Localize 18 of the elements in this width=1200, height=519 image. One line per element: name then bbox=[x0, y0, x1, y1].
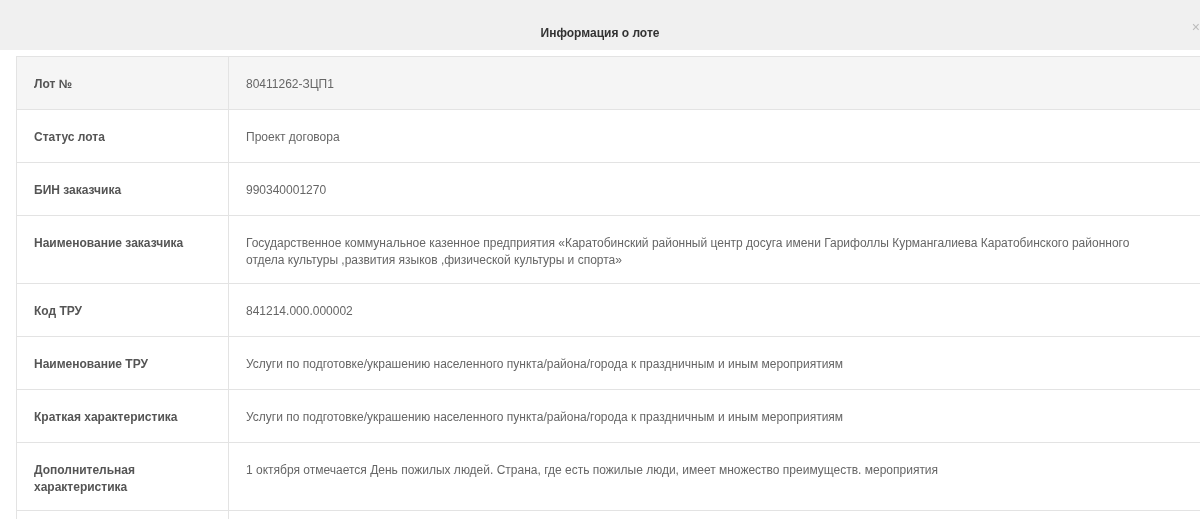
field-label: Дополнительная характеристика bbox=[34, 463, 136, 494]
field-value: 1 октября отмечается День пожилых людей. Страна, где есть пожилые люди, имеет множество преимуществ. мероприятия bbox=[246, 463, 939, 477]
close-button[interactable]: × bbox=[1189, 20, 1200, 34]
field-value: 841214.000.000002 bbox=[246, 304, 353, 318]
field-label: Статус лота bbox=[34, 130, 105, 144]
field-value: Проект договора bbox=[246, 130, 340, 144]
field-value: 990340001270 bbox=[246, 183, 327, 197]
field-label: Код ТРУ bbox=[34, 304, 83, 318]
field-value: Услуги по подготовке/украшению населенного пункта/района/города к праздничным и иным мероприятиям bbox=[246, 357, 844, 371]
field-value: 80411262-ЗЦП1 bbox=[246, 77, 334, 91]
field-label: Лот № bbox=[34, 77, 73, 91]
field-label: Наименование заказчика bbox=[34, 236, 184, 250]
field-label: Краткая характеристика bbox=[34, 410, 178, 424]
field-label: Наименование ТРУ bbox=[34, 357, 148, 371]
dialog-title: Информация о лоте bbox=[540, 26, 660, 40]
field-value: Государственное коммунальное казенное предприятия «Каратобинский районный центр досуга имени Гарифоллы Курмангалиева Каратобинского районного отдела культуры ,развития языков ,физической культуры и спорта» bbox=[246, 236, 1130, 267]
field-value: Услуги по подготовке/украшению населенного пункта/района/города к праздничным и иным мероприятиям bbox=[246, 410, 844, 424]
field-label: БИН заказчика bbox=[34, 183, 122, 197]
